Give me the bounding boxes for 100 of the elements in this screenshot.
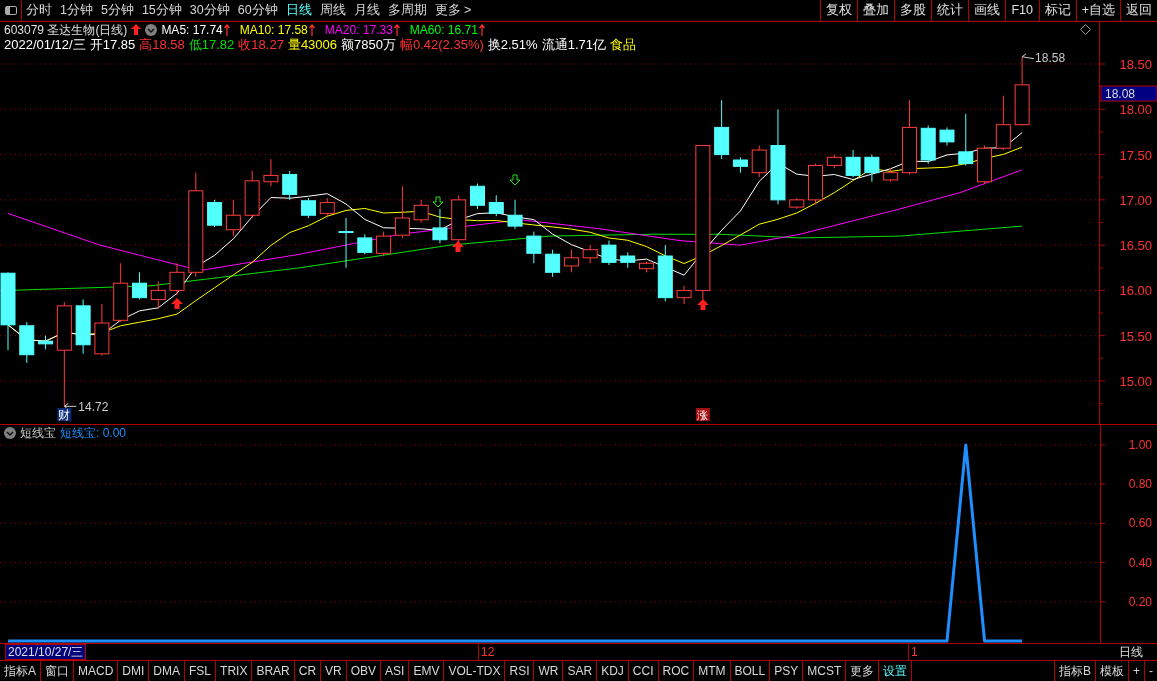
candlestick [639,260,654,273]
indicator-tab[interactable]: ROC [658,661,695,681]
chevron-down-icon[interactable] [145,23,158,36]
chevron-down-icon[interactable] [4,426,16,439]
indicator-tab[interactable]: MTM [694,661,731,681]
candlestick [488,194,504,217]
indicator-tick-label: 0.80 [1128,477,1152,492]
candlestick [1014,56,1030,127]
indicator-tick-label: 0.20 [1128,594,1152,609]
indicator-tab[interactable]: MACD [74,661,119,681]
toolbar-button[interactable]: 复权 [819,0,857,22]
period-label: 日线 [1119,644,1143,661]
candlestick [319,197,335,217]
indicator-tab[interactable]: MCST [803,661,847,681]
stock-title: 603079 圣达生物(日线) [4,21,128,39]
toolbar-button[interactable]: 多股 [893,0,931,22]
indicator-tab[interactable]: EMV [409,661,445,681]
toolbar-button[interactable]: 标记 [1038,0,1076,22]
candlestick [958,113,974,166]
indicator-tab[interactable]: ASI [381,661,410,681]
indicator-tab[interactable]: CR [294,661,322,681]
indicator-tab[interactable]: 设置 [879,661,913,681]
period-tab[interactable]: 30分钟 [185,0,234,22]
indicator-tab[interactable]: PSY [770,661,804,681]
candlestick [995,95,1011,151]
price-tick-label: 16.50 [1119,238,1152,254]
price-tick-label: 15.00 [1119,374,1152,389]
indicator-tab[interactable]: BRAR [252,661,295,681]
price-tick-label: 18.00 [1119,102,1152,118]
candlestick [225,199,241,237]
indicator-tab[interactable]: CCI [628,661,659,681]
indicator-tab[interactable]: - [1144,661,1157,681]
candlestick [751,145,767,178]
candlestick [545,249,561,278]
indicator-tab[interactable]: 窗口 [41,661,74,681]
period-tab[interactable]: 月线 [349,0,384,22]
toolbar-button[interactable]: 统计 [930,0,968,22]
period-tab[interactable]: 5分钟 [96,0,138,22]
toolbar-button[interactable]: F10 [1004,0,1039,22]
candlestick [470,183,485,210]
indicator-tab[interactable]: + [1128,661,1144,681]
quote-value: 高18.58 [139,37,185,52]
candlestick [301,197,316,219]
indicator-name: 短线宝 [20,424,56,442]
period-tab[interactable]: 周线 [315,0,350,22]
candlestick [676,285,692,305]
moving-average-value: MA60: 16.71 [409,21,478,38]
indicator-tab[interactable]: DMA [149,661,186,681]
month-label: 12 [478,643,908,661]
period-tab[interactable]: 60分钟 [233,0,282,22]
period-tab[interactable]: 日线 [281,0,316,22]
candlestick [131,271,147,300]
diamond-icon[interactable] [1080,24,1091,35]
candlestick [526,231,542,264]
quote-value: 幅0.42(2.35%) [399,37,484,52]
high-price-label: 18.58 [1035,52,1066,65]
quote-value: 换2.51% [487,37,538,52]
indicator-tab[interactable]: 模板 [1095,661,1128,681]
indicator-tab[interactable]: FSL [185,661,217,681]
up-arrow-icon [131,24,142,35]
candlestick [563,249,579,273]
up-arrow-icon [171,298,183,309]
date-label: 2021/10/27/三 [5,644,87,660]
candlestick [113,262,129,323]
indicator-tab[interactable]: VOL-TDX [444,661,506,681]
toolbar-button[interactable]: 返回 [1120,0,1157,22]
toolbar-button[interactable]: 画线 [967,0,1005,22]
indicator-tab[interactable]: SAR [563,661,598,681]
candlestick [657,244,673,302]
indicator-tab[interactable]: OBV [346,661,382,681]
candlestick [282,170,298,201]
indicator-tab[interactable]: DMI [118,661,150,681]
indicator-tab[interactable]: 指标A [0,661,41,681]
period-tab[interactable]: 1分钟 [56,0,97,22]
candlestick [413,199,429,223]
price-tick-label: 15.50 [1119,328,1152,344]
candlestick [207,199,223,228]
candlestick [432,208,448,244]
indicator-tab[interactable]: 更多 [846,661,880,681]
indicator-tab[interactable]: KDJ [597,661,629,681]
indicator-tab[interactable]: VR [321,661,347,681]
quote-value: 额7850万 [341,37,396,52]
up-arrow-icon [452,241,464,252]
moving-average-value: MA10: 17.58 [239,21,308,38]
indicator-tab[interactable]: BOLL [730,661,771,681]
high-price-marker [1021,53,1035,60]
indicator-tab[interactable]: TRIX [216,661,253,681]
quote-value: 流通1.71亿 [541,37,606,52]
indicator-tab[interactable]: WR [534,661,564,681]
toolbar-button[interactable]: 叠加 [856,0,894,22]
finance-marker: 财 [57,408,72,422]
indicator-value: 短线宝: 0.00 [60,424,127,442]
candlestick [357,233,373,255]
indicator-tab[interactable]: 指标B [1053,661,1095,681]
period-tab[interactable]: 15分钟 [137,0,186,22]
period-tab[interactable]: 分时 [22,0,56,22]
period-tab[interactable]: 更多 > [430,0,476,22]
period-tab[interactable]: 多周期 [383,0,431,22]
indicator-tab[interactable]: RSI [505,661,535,681]
toolbar-button[interactable]: +自选 [1075,0,1120,22]
